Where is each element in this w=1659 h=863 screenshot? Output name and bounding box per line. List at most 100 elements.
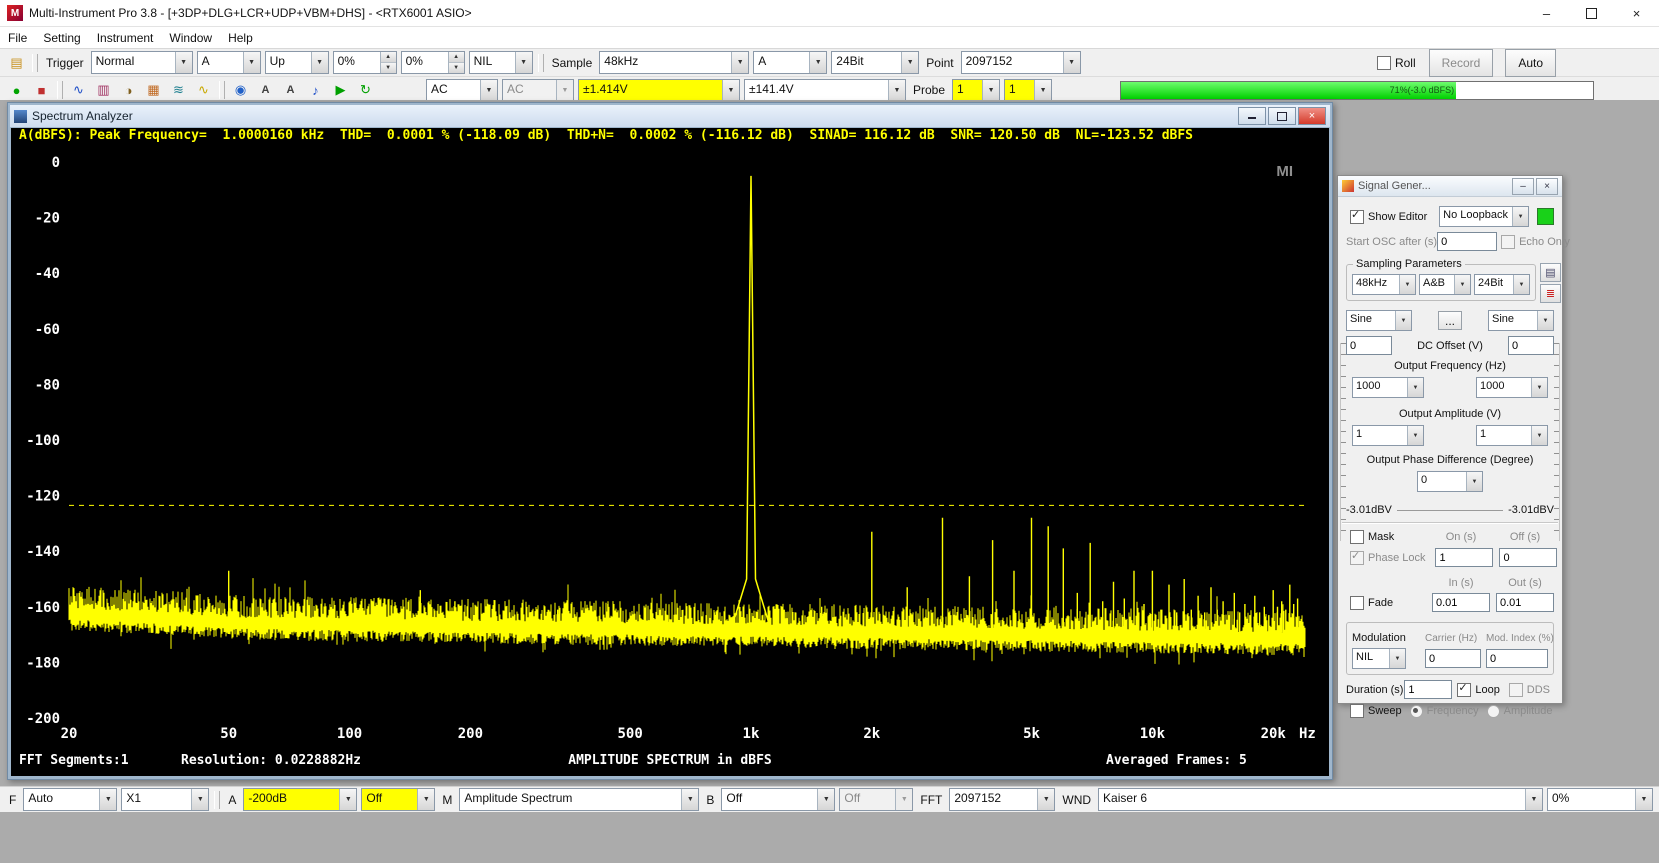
menu-instrument[interactable]: Instrument (89, 29, 162, 47)
echo-only-checkbox[interactable]: Echo Only (1501, 235, 1570, 249)
waveform-b-select[interactable]: Sine (1488, 310, 1554, 331)
minimize-button[interactable] (1238, 107, 1266, 125)
zoom-select[interactable]: X1 (121, 788, 209, 811)
menu-help[interactable]: Help (220, 29, 261, 47)
phase-difference-select[interactable]: 0 (1417, 471, 1483, 492)
a-range-select[interactable]: -200dB (243, 788, 357, 811)
trigger-level-spinner[interactable]: 0% (333, 51, 397, 74)
spectrum-analyzer-icon[interactable]: ▥ (92, 79, 115, 101)
frequency-a-select[interactable]: 1000 (1352, 377, 1424, 398)
mask-checkbox[interactable]: Mask (1350, 530, 1422, 544)
trigger-delay-spinner[interactable]: 0% (401, 51, 465, 74)
mask-on-input[interactable] (1435, 548, 1493, 567)
output-indicator[interactable] (1537, 208, 1554, 225)
mod-index-input[interactable] (1486, 649, 1548, 668)
auto-button[interactable]: Auto (1505, 49, 1556, 77)
stop-icon[interactable]: ■ (30, 79, 53, 101)
menu-window[interactable]: Window (161, 29, 220, 47)
range-a-select[interactable]: ±1.414V (578, 79, 740, 102)
oscilloscope-icon[interactable]: ∿ (67, 79, 90, 101)
b-extra-select[interactable]: Off (839, 788, 913, 811)
signal-generator-icon[interactable]: ∿ (192, 79, 215, 101)
mask-off-input[interactable] (1499, 548, 1557, 567)
maximize-button[interactable] (1569, 0, 1614, 26)
minimize-button[interactable]: – (1524, 0, 1569, 26)
hpf-select[interactable]: NIL (469, 51, 533, 74)
amplitude-b-select[interactable]: 1 (1476, 425, 1548, 446)
trigger-source-select[interactable]: A (197, 51, 261, 74)
spinner-arrows-icon[interactable] (448, 52, 464, 73)
sample-rate-select[interactable]: 48kHz (599, 51, 749, 74)
spinner-arrows-icon[interactable] (380, 52, 396, 73)
b-range-select[interactable]: Off (721, 788, 835, 811)
frequency-range-select[interactable]: Auto (23, 788, 117, 811)
sweep-frequency-radio[interactable]: Frequency (1410, 705, 1479, 718)
waveform-a-select[interactable]: Sine (1346, 310, 1412, 331)
speaker-icon[interactable]: ♪ (304, 79, 327, 101)
phase-lock-checkbox[interactable]: Phase Lock (1350, 551, 1425, 565)
close-button[interactable]: × (1614, 0, 1659, 26)
sg-channels-select[interactable]: A&B (1419, 274, 1471, 295)
window-function-select[interactable]: Kaiser 6 (1098, 788, 1543, 811)
signal-generator-titlebar[interactable]: Signal Gener... – × (1338, 176, 1562, 197)
show-editor-checkbox[interactable]: Show Editor (1350, 210, 1427, 224)
sg-bits-select[interactable]: 24Bit (1474, 274, 1530, 295)
carrier-input[interactable] (1425, 649, 1481, 668)
dc-offset-a-input[interactable] (1346, 336, 1392, 355)
waveform-more-button[interactable]: ... (1438, 311, 1462, 330)
close-button[interactable]: × (1298, 107, 1326, 125)
fade-checkbox[interactable]: Fade (1350, 596, 1422, 610)
io-config-icon[interactable]: ≣ (1540, 284, 1561, 303)
run-icon[interactable]: ● (5, 79, 28, 101)
trigger-mode-select[interactable]: Normal (91, 51, 193, 74)
menu-setting[interactable]: Setting (35, 29, 88, 47)
modulation-type-select[interactable]: NIL (1352, 648, 1406, 669)
coupling-b-select[interactable]: AC (502, 79, 574, 102)
amplitude-a-select[interactable]: 1 (1352, 425, 1424, 446)
dds-checkbox[interactable]: DDS (1509, 683, 1550, 697)
spectrum-chart[interactable]: 0-20-40-60-80-100-120-140-160-180-200205… (11, 148, 1329, 752)
roll-checkbox[interactable]: Roll (1377, 56, 1416, 70)
font-b-icon[interactable]: A (279, 79, 302, 101)
overlap-select[interactable]: 0% (1547, 788, 1653, 811)
menu-file[interactable]: File (0, 29, 35, 47)
globe-icon[interactable]: ◉ (229, 79, 252, 101)
data-logger-icon[interactable]: ≋ (167, 79, 190, 101)
a-extra-select[interactable]: Off (361, 788, 435, 811)
sync-icon[interactable]: ↻ (354, 79, 377, 101)
coupling-a-select[interactable]: AC (426, 79, 498, 102)
play-icon[interactable]: ▶ (329, 79, 352, 101)
duration-input[interactable] (1404, 680, 1452, 699)
fft-size-select[interactable]: 2097152 (949, 788, 1055, 811)
output-level-slider-b[interactable] (1554, 343, 1560, 541)
sweep-amplitude-radio[interactable]: Amplitude (1487, 705, 1553, 718)
font-a-icon[interactable]: A (254, 79, 277, 101)
panel-setting-icon[interactable]: ▤ (5, 52, 28, 74)
sample-channel-select[interactable]: A (753, 51, 827, 74)
output-level-slider-a[interactable] (1340, 343, 1346, 541)
point-select[interactable]: 2097152 (961, 51, 1081, 74)
sg-sample-rate-select[interactable]: 48kHz (1352, 274, 1416, 295)
restore-button[interactable] (1268, 107, 1296, 125)
dc-offset-b-input[interactable] (1508, 336, 1554, 355)
minimize-button[interactable]: – (1512, 178, 1534, 195)
start-osc-input[interactable] (1437, 232, 1497, 251)
spectrum-3d-plot-icon[interactable]: ▦ (142, 79, 165, 101)
trigger-edge-select[interactable]: Up (265, 51, 329, 74)
multimeter-icon[interactable]: ◑ (117, 79, 140, 101)
fade-in-input[interactable] (1432, 593, 1490, 612)
probe-a-select[interactable]: 1 (952, 79, 1000, 102)
math-mode-select[interactable]: Amplitude Spectrum (459, 788, 699, 811)
close-button[interactable]: × (1536, 178, 1558, 195)
sweep-checkbox[interactable]: Sweep (1350, 704, 1402, 718)
loopback-select[interactable]: No Loopback (1439, 206, 1529, 227)
record-button[interactable]: Record (1429, 49, 1494, 77)
probe-b-select[interactable]: 1 (1004, 79, 1052, 102)
sample-bits-select[interactable]: 24Bit (831, 51, 919, 74)
frequency-b-select[interactable]: 1000 (1476, 377, 1548, 398)
loop-checkbox[interactable]: Loop (1457, 683, 1499, 697)
fade-out-input[interactable] (1496, 593, 1554, 612)
spectrum-window-titlebar[interactable]: Spectrum Analyzer × (10, 105, 1330, 127)
range-b-select[interactable]: ±141.4V (744, 79, 906, 102)
save-icon[interactable]: ▤ (1540, 263, 1561, 282)
